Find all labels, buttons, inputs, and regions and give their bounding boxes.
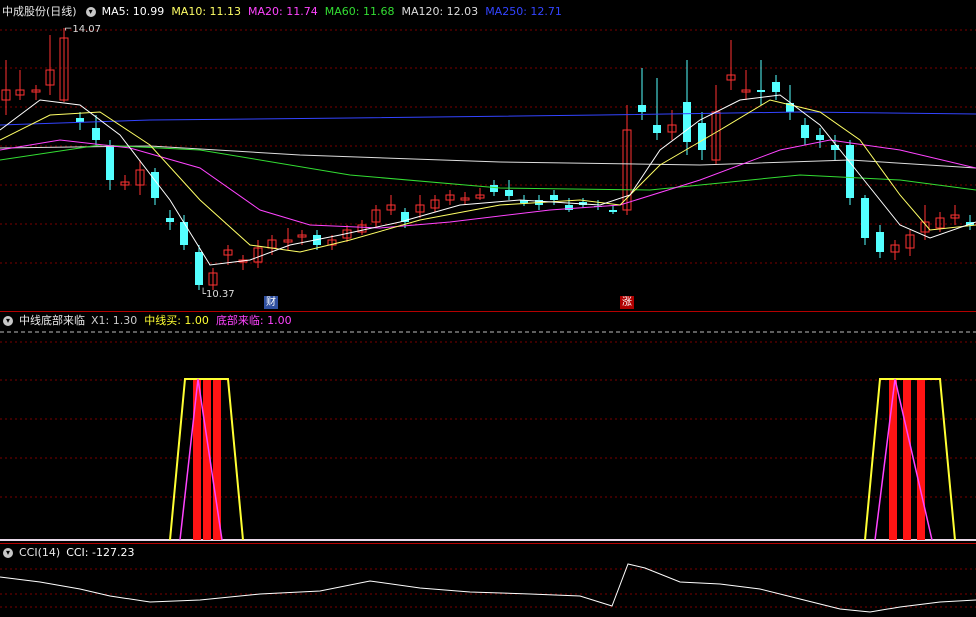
ma120-line	[0, 145, 976, 169]
signal-bar	[903, 379, 911, 540]
candle-body	[861, 198, 869, 238]
high-price-label: ⌐14.07	[64, 24, 102, 35]
cci-chart[interactable]	[0, 544, 976, 617]
candle-body	[757, 90, 765, 92]
toggle-chevron-icon[interactable]: ▾	[85, 7, 96, 17]
indicator-bottom-title: 中线底部来临	[19, 314, 85, 327]
signal-bar	[889, 379, 897, 540]
ma20-line	[0, 139, 976, 229]
price-chart[interactable]	[0, 0, 976, 312]
ma-legend-item: MA120: 12.03	[401, 5, 479, 18]
cci-legend-item: CCI: -127.23	[66, 546, 135, 559]
candle-body	[609, 210, 617, 212]
signal-bar	[213, 379, 221, 540]
candle-body	[876, 232, 884, 252]
ma-legend-item: MA60: 11.68	[324, 5, 395, 18]
price-header: 中成股份(日线) ▾ MA5: 10.99 MA10: 11.13 MA20: 11…	[2, 5, 562, 19]
candle-body	[76, 118, 84, 122]
indicator-bottom-legend-item: X1: 1.30	[91, 314, 138, 327]
candle-body	[653, 125, 661, 133]
cci-pane[interactable]: ▾ CCI(14) CCI: -127.23	[0, 544, 976, 617]
ma-legend-item: MA5: 10.99	[101, 5, 165, 18]
candle-body	[772, 82, 780, 92]
cci-line	[0, 563, 976, 613]
financial-report-marker[interactable]: 财	[264, 296, 278, 309]
toggle-chevron-icon[interactable]: ▾	[3, 316, 13, 326]
candle-body	[550, 195, 558, 200]
candle-body	[195, 252, 203, 285]
indicator-bottom-legend-item: 底部来临: 1.00	[215, 314, 292, 327]
candle-body	[92, 128, 100, 140]
ma60-line	[0, 144, 976, 191]
ma-legend-item: MA10: 11.13	[171, 5, 242, 18]
signal-bar	[193, 379, 201, 540]
indicator-bottom-legend-item: 中线买: 1.00	[144, 314, 209, 327]
low-price-label: └10.37	[200, 289, 235, 300]
candle-body	[106, 145, 114, 180]
candle-body	[846, 145, 854, 198]
ma-legend-item: MA250: 12.71	[485, 5, 562, 18]
ma-legend-item: MA20: 11.74	[248, 5, 318, 18]
stock-title: 中成股份(日线)	[2, 5, 77, 18]
indicator-bottom-pane[interactable]: ▾ 中线底部来临 X1: 1.30 中线买: 1.00 底部来临: 1.00	[0, 312, 976, 544]
candle-body	[490, 185, 498, 192]
price-pane[interactable]: 中成股份(日线) ▾ MA5: 10.99 MA10: 11.13 MA20: 11…	[0, 0, 976, 312]
candle-body	[801, 125, 809, 138]
candle-body	[816, 135, 824, 140]
candle-body	[698, 123, 706, 150]
candle-body	[180, 222, 188, 245]
candle-body	[638, 105, 646, 112]
ma-legend: MA5: 10.99 MA10: 11.13 MA20: 11.74 MA60: 11…	[102, 5, 562, 19]
candle-body	[166, 218, 174, 222]
toggle-chevron-icon[interactable]: ▾	[3, 548, 13, 558]
indicator-bottom-chart[interactable]	[0, 312, 976, 544]
candle-body	[505, 190, 513, 196]
cci-legend: CCI: -127.23	[66, 546, 134, 560]
cci-title: CCI(14)	[19, 546, 61, 559]
candle-body	[683, 102, 691, 142]
indicator-bottom-header: ▾ 中线底部来临 X1: 1.30 中线买: 1.00 底部来临: 1.00	[0, 314, 292, 328]
indicator-bottom-legend: X1: 1.30 中线买: 1.00 底部来临: 1.00	[91, 314, 292, 328]
limit-up-marker[interactable]: 涨	[620, 296, 634, 309]
candle-body	[151, 172, 159, 198]
signal-bar	[917, 379, 925, 540]
cci-header: ▾ CCI(14) CCI: -127.23	[0, 546, 134, 560]
